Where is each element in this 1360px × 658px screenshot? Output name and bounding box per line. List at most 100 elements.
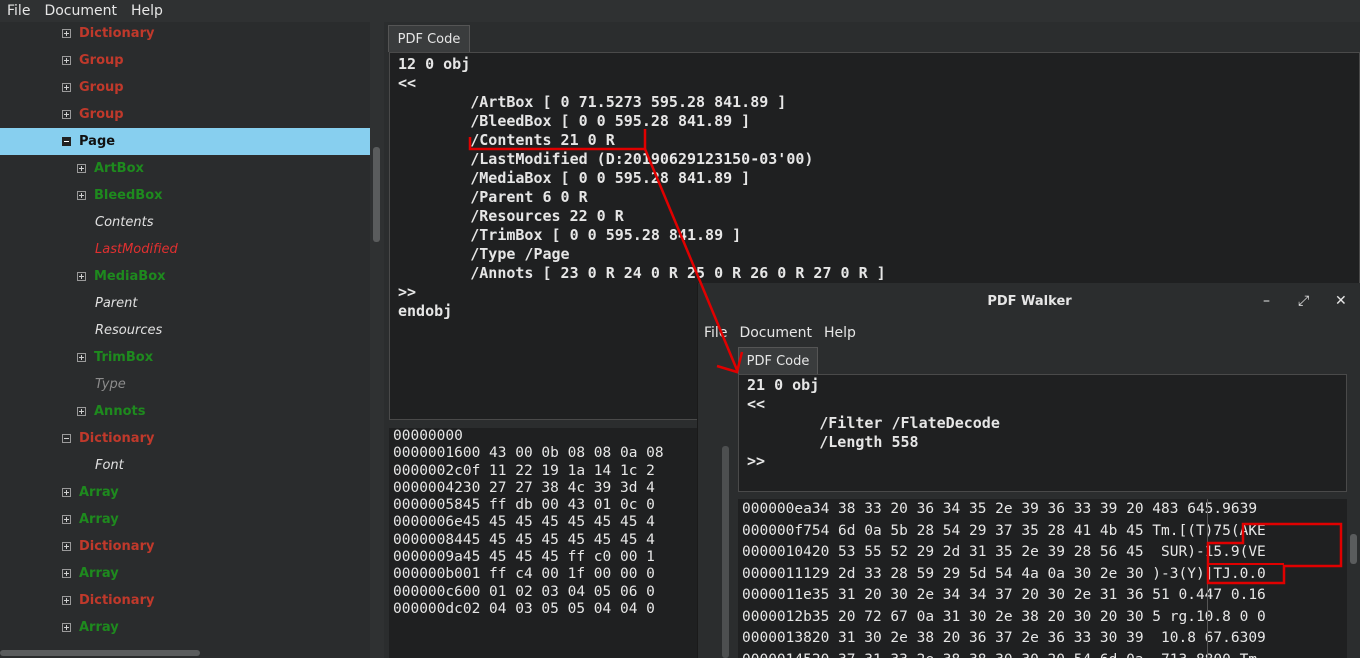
menu-file[interactable]: File [0,3,37,19]
expand-icon[interactable] [77,191,86,200]
tree-item[interactable]: BleedBox [0,182,370,209]
expand-icon[interactable] [62,56,71,65]
expand-icon[interactable] [77,164,86,173]
tree-item-label: Dictionary [79,539,155,554]
walker-hex-view[interactable]: 000000ea34 38 33 20 36 34 35 2e 39 36 33… [738,499,1351,658]
collapse-icon[interactable] [62,434,71,443]
code-line: /Filter /FlateDecode [747,414,1000,432]
tree-scrollbar-thumb[interactable] [373,147,380,242]
hex-row: 000000ea34 38 33 20 36 34 35 2e 39 36 33… [742,501,1258,517]
code-line: << [398,74,417,92]
code-line: 12 0 obj [398,55,471,73]
tree-item[interactable]: ArtBox [0,155,370,182]
menu-help[interactable]: Help [124,3,170,19]
code-line: /Parent 6 0 R [398,188,588,206]
code-line: /MediaBox [ 0 0 595.28 841.89 ] [398,169,751,187]
hex-row: 0000011e35 31 20 30 2e 34 34 37 20 30 2e… [742,587,1266,603]
walker-menubar: File Document Help [698,322,1360,344]
expand-icon[interactable] [62,83,71,92]
expand-icon[interactable] [62,29,71,38]
tree-item[interactable]: Page [0,128,370,155]
menu-document[interactable]: Document [37,3,124,19]
walker-hex-scrollbar-thumb[interactable] [1350,534,1357,564]
expand-icon[interactable] [62,542,71,551]
tree-item[interactable]: LastModified [0,236,370,263]
collapse-icon[interactable] [62,137,71,146]
hex-row: 0000013820 31 30 2e 38 20 36 37 2e 36 33… [742,630,1266,646]
walker-tree-pane[interactable] [698,346,736,658]
tree-item-label: Array [79,620,119,635]
tree-item[interactable]: MediaBox [0,263,370,290]
tree-item[interactable]: TrimBox [0,344,370,371]
tree-item[interactable]: Dictionary [0,425,370,452]
expand-icon[interactable] [62,110,71,119]
walker-tab-pdf-code[interactable]: PDF Code [738,347,818,375]
hex-row: 0000005845 ff db 00 43 01 0c 0 [393,497,655,514]
expand-icon[interactable] [77,407,86,416]
menubar: File Document Help [0,0,1360,22]
expand-icon[interactable] [62,515,71,524]
tree-item[interactable]: Parent [0,290,370,317]
hex-row: 000000f754 6d 0a 5b 28 54 29 37 35 28 41… [742,522,1266,539]
walker-hex-scrollbar[interactable] [1347,499,1360,658]
expand-icon[interactable] [62,623,71,632]
code-line: /ArtBox [ 0 71.5273 595.28 841.89 ] [398,93,787,111]
hex-row: 0000006e45 45 45 45 45 45 45 4 [393,514,655,531]
expand-icon[interactable] [77,272,86,281]
walker-pdf-code-view[interactable]: 21 0 obj << /Filter /FlateDecode /Length … [738,374,1347,492]
tree-item-label: Dictionary [79,431,155,446]
expand-icon[interactable] [62,569,71,578]
tree-item[interactable]: Array [0,506,370,533]
walker-menu-file[interactable]: File [698,325,733,341]
maximize-icon[interactable]: ⤢ [1298,293,1309,309]
tree-item-label: Array [79,512,119,527]
tree-item[interactable]: Dictionary [0,22,370,47]
expand-icon[interactable] [77,353,86,362]
expand-icon[interactable] [62,488,71,497]
code-line: /Resources 22 0 R [398,207,624,225]
hex-row: 0000010420 53 55 52 29 2d 31 35 2e 39 28… [742,544,1266,560]
tree-horizontal-scrollbar[interactable] [0,650,200,656]
walker-menu-document[interactable]: Document [733,325,818,341]
tab-pdf-code[interactable]: PDF Code [388,25,470,52]
hex-view[interactable]: 00000000 0000001600 43 00 0b 08 08 0a 08 0… [389,428,703,658]
tree-item[interactable]: Dictionary [0,587,370,614]
code-line: /Type /Page [398,245,570,263]
tree-item[interactable]: Group [0,47,370,74]
tree-item[interactable]: Group [0,74,370,101]
tree-item[interactable]: Type [0,371,370,398]
object-tree[interactable]: Dictionary Group Group Group Page ArtBox Bleed… [0,22,370,658]
walker-tree-scrollbar[interactable] [722,446,729,658]
tree-item-label: TrimBox [94,350,154,365]
close-icon[interactable]: ✕ [1335,293,1347,309]
tree-item[interactable]: Resources [0,317,370,344]
tree-item-label: Dictionary [79,593,155,608]
tree-item[interactable]: Contents [0,209,370,236]
minimize-icon[interactable]: – [1263,293,1270,309]
hex-row: 0000001600 43 00 0b 08 08 0a 08 [393,445,664,462]
tree-item-label: Annots [94,404,146,419]
tree-item-label: Array [79,485,119,500]
tree-item-label: Group [79,80,124,95]
pdf-walker-window: PDF Walker – ⤢ ✕ File Document Help PDF … [697,283,1360,658]
tree-item-label: Group [79,107,124,122]
window-title: PDF Walker [987,293,1072,309]
tree-item[interactable]: Font [0,452,370,479]
expand-icon[interactable] [62,596,71,605]
code-line: 21 0 obj [747,376,820,394]
walker-code-scrollbar[interactable] [1349,374,1360,492]
tree-item[interactable]: Group [0,101,370,128]
tree-scrollbar[interactable] [370,22,384,658]
hex-row: 000000c600 01 02 03 04 05 06 0 [393,583,655,600]
hex-row: 0000014520 37 31 33 2e 38 38 30 30 20 54… [742,650,1351,658]
code-line: /Annots [ 23 0 R 24 0 R 25 0 R 26 0 R 27… [398,264,886,282]
tree-item[interactable]: Dictionary [0,533,370,560]
tree-item-label: Type [95,377,126,392]
tree-item[interactable]: Annots [0,398,370,425]
tree-item[interactable]: Array [0,479,370,506]
tree-item[interactable]: Array [0,560,370,587]
hex-row: 0000011129 2d 33 28 59 29 5d 54 4a 0a 30… [742,565,1266,582]
walker-menu-help[interactable]: Help [818,325,862,341]
tree-item[interactable]: Array [0,614,370,641]
hex-row: 0000002c0f 11 22 19 1a 14 1c 2 [393,462,655,479]
